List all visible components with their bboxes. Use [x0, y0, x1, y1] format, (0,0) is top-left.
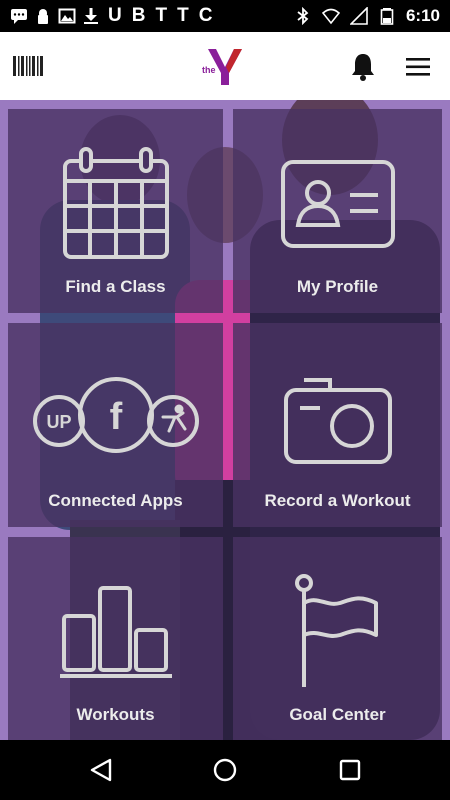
- status-time: 6:10: [405, 6, 440, 25]
- bar-chart-icon: [8, 567, 223, 697]
- signal-icon: [349, 7, 368, 25]
- status-letter: B: [131, 5, 146, 26]
- bluetooth-icon: [297, 7, 309, 25]
- bell-icon[interactable]: [349, 52, 377, 82]
- tile-grid: Find a Class My Profile UP f Connected A…: [0, 100, 450, 740]
- tile-label: Goal Center: [289, 705, 386, 724]
- status-letter: U: [108, 5, 122, 26]
- tile-label: Connected Apps: [48, 491, 183, 510]
- status-letter: T: [177, 5, 189, 26]
- camera-icon: [233, 353, 442, 483]
- lock-icon: [38, 9, 48, 24]
- ymca-logo: the: [202, 47, 248, 87]
- battery-icon: [380, 8, 394, 25]
- message-icon: [11, 9, 27, 24]
- status-left: U B T T C: [10, 5, 214, 27]
- back-icon[interactable]: [88, 757, 114, 783]
- my-profile-tile[interactable]: My Profile: [233, 109, 442, 313]
- logo-text: the: [202, 65, 216, 75]
- connected-apps-icon: UP f: [8, 353, 223, 483]
- record-a-workout-tile[interactable]: Record a Workout: [233, 323, 442, 527]
- flag-icon: [233, 567, 442, 697]
- workouts-tile[interactable]: Workouts: [8, 537, 223, 740]
- goal-center-tile[interactable]: Goal Center: [233, 537, 442, 740]
- tile-label: Record a Workout: [264, 491, 411, 510]
- dashboard-content: Find a Class My Profile UP f Connected A…: [0, 100, 450, 740]
- download-icon: [84, 8, 98, 24]
- tile-label: Workouts: [76, 705, 155, 724]
- id-card-icon: [233, 139, 442, 269]
- status-letter: T: [155, 5, 168, 26]
- find-a-class-tile[interactable]: Find a Class: [8, 109, 223, 313]
- status-letter: C: [198, 5, 213, 26]
- menu-icon[interactable]: [404, 56, 432, 78]
- android-nav-bar: [0, 740, 450, 800]
- connected-apps-tile[interactable]: UP f Connected Apps: [8, 323, 223, 527]
- wifi-icon: [321, 8, 340, 25]
- home-icon[interactable]: [212, 757, 238, 783]
- barcode-icon[interactable]: [13, 56, 43, 76]
- tile-label: My Profile: [296, 277, 379, 296]
- recent-apps-icon[interactable]: [337, 757, 363, 783]
- app-header: the: [0, 32, 450, 100]
- facebook-badge-text: f: [109, 396, 122, 438]
- status-bar: U B T T C 6:10: [0, 0, 450, 32]
- status-right: 6:10: [294, 6, 440, 26]
- up-badge-text: UP: [46, 412, 71, 432]
- image-icon: [58, 8, 76, 24]
- tile-label: Find a Class: [65, 277, 166, 296]
- calendar-icon: [8, 139, 223, 269]
